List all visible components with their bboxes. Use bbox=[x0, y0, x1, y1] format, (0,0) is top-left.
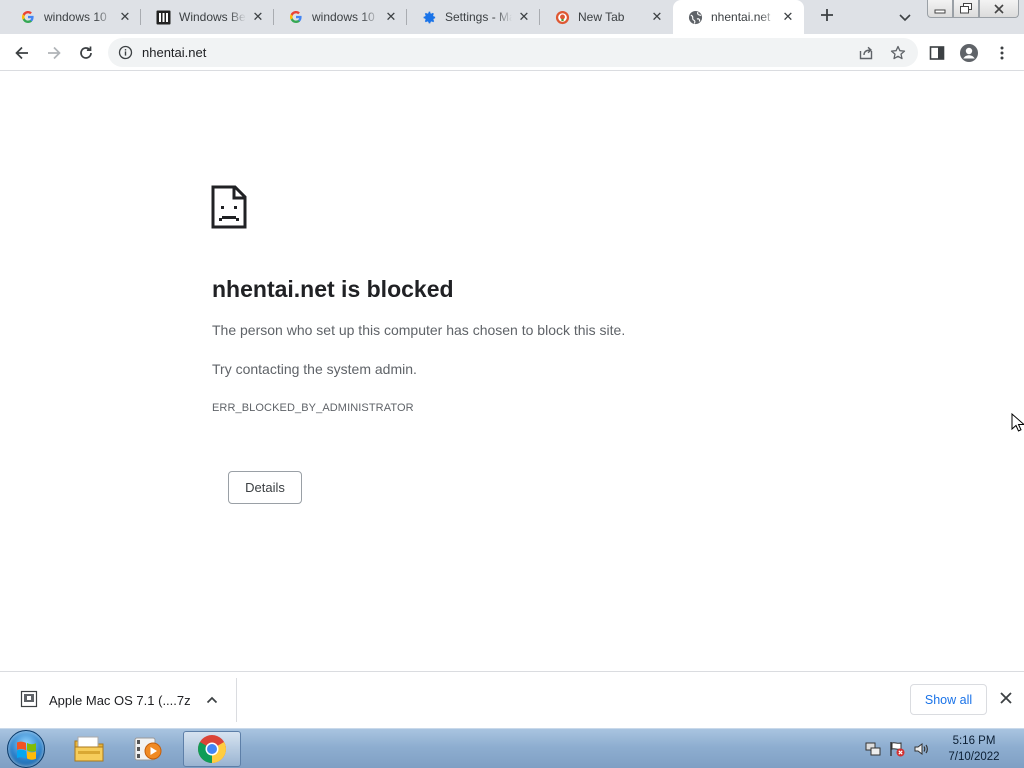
reload-button[interactable] bbox=[74, 41, 98, 65]
minimize-button[interactable] bbox=[927, 0, 953, 18]
tab-new-tab[interactable]: New Tab ✕ bbox=[540, 0, 673, 34]
clock-time: 5:16 PM bbox=[952, 735, 996, 747]
minimize-icon bbox=[934, 9, 946, 13]
media-player-icon bbox=[134, 737, 162, 761]
tab-title: nhentai.net bbox=[711, 10, 771, 24]
tab-close-icon[interactable]: ✕ bbox=[383, 9, 399, 25]
browser-toolbar: nhentai.net bbox=[0, 34, 1024, 71]
windows-explorer-icon bbox=[74, 736, 104, 762]
mouse-cursor-icon bbox=[1011, 413, 1024, 432]
tab-title: windows 10 bbox=[312, 10, 375, 24]
side-panel-icon bbox=[929, 46, 945, 60]
error-page: nhentai.net is blocked The person who se… bbox=[0, 71, 1024, 671]
profile-button[interactable] bbox=[957, 41, 981, 65]
settings-gear-icon bbox=[421, 9, 437, 25]
action-center-flag-icon[interactable] bbox=[888, 740, 906, 758]
windows-bbs-icon bbox=[155, 9, 171, 25]
tab-title: New Tab bbox=[578, 10, 625, 24]
chrome-icon bbox=[198, 735, 226, 763]
arrow-right-icon bbox=[48, 46, 61, 60]
tab-google-search-2[interactable]: windows 10 ✕ bbox=[274, 0, 407, 34]
close-icon bbox=[994, 3, 1004, 14]
tab-settings[interactable]: Settings - Ma ✕ bbox=[407, 0, 540, 34]
omnibox[interactable]: nhentai.net bbox=[108, 38, 918, 67]
window-controls bbox=[927, 0, 1019, 19]
forward-button[interactable] bbox=[42, 41, 66, 65]
menu-button[interactable] bbox=[990, 41, 1014, 65]
tab-search-button[interactable] bbox=[896, 8, 914, 26]
plus-icon bbox=[821, 9, 833, 21]
close-shelf-button[interactable] bbox=[998, 691, 1014, 707]
download-file-name[interactable]: Apple Mac OS 7.1 (....7z bbox=[49, 693, 191, 708]
site-info-icon[interactable] bbox=[118, 45, 133, 60]
close-icon bbox=[1000, 692, 1012, 704]
details-button[interactable]: Details bbox=[228, 471, 302, 504]
window-close-button[interactable] bbox=[979, 0, 1019, 18]
start-button[interactable] bbox=[7, 730, 45, 768]
side-panel-button[interactable] bbox=[925, 41, 949, 65]
duckduckgo-icon bbox=[554, 9, 570, 25]
tab-close-icon[interactable]: ✕ bbox=[117, 9, 133, 25]
share-icon[interactable] bbox=[858, 45, 874, 61]
avatar-icon bbox=[960, 44, 978, 62]
windows-logo-icon bbox=[17, 741, 36, 760]
restore-icon bbox=[960, 3, 972, 14]
error-message: The person who set up this computer has … bbox=[212, 322, 626, 338]
back-button[interactable] bbox=[10, 41, 34, 65]
tab-windows-forum[interactable]: Windows Be ✕ bbox=[141, 0, 274, 34]
show-all-button[interactable]: Show all bbox=[910, 684, 987, 715]
url-text[interactable]: nhentai.net bbox=[142, 45, 206, 60]
restore-button[interactable] bbox=[953, 0, 979, 18]
google-icon bbox=[288, 9, 304, 25]
taskbar-explorer[interactable] bbox=[60, 731, 118, 767]
tab-title: Settings - Ma bbox=[445, 10, 512, 24]
taskbar-clock[interactable]: 5:16 PM 7/10/2022 bbox=[938, 733, 1010, 765]
tab-nhentai-active[interactable]: nhentai.net ✕ bbox=[673, 0, 804, 34]
new-tab-button[interactable] bbox=[814, 5, 840, 29]
clock-date: 7/10/2022 bbox=[948, 751, 1000, 763]
tab-strip: windows 10 ✕ Windows Be ✕ windows 10 ✕ S… bbox=[0, 0, 1024, 34]
error-code: ERR_BLOCKED_BY_ADMINISTRATOR bbox=[212, 402, 414, 414]
tab-google-search-1[interactable]: windows 10 ✕ bbox=[6, 0, 141, 34]
chevron-up-icon bbox=[206, 696, 218, 704]
taskbar-chrome[interactable] bbox=[183, 731, 241, 767]
error-title: nhentai.net is blocked bbox=[212, 276, 454, 302]
tab-title: Windows Be bbox=[179, 10, 246, 24]
archive-file-icon bbox=[20, 690, 38, 708]
reload-icon bbox=[80, 46, 92, 59]
download-shelf: Apple Mac OS 7.1 (....7z Show all bbox=[0, 671, 1024, 728]
taskbar-media-player[interactable] bbox=[119, 731, 177, 767]
system-tray bbox=[864, 740, 930, 758]
error-hint: Try contacting the system admin. bbox=[212, 361, 417, 377]
globe-icon bbox=[687, 9, 703, 25]
tab-close-icon[interactable]: ✕ bbox=[649, 9, 665, 25]
download-options-button[interactable] bbox=[204, 692, 220, 708]
tab-title: windows 10 bbox=[44, 10, 107, 24]
tab-close-icon[interactable]: ✕ bbox=[780, 9, 796, 25]
kebab-menu-icon bbox=[1000, 46, 1004, 60]
arrow-left-icon bbox=[15, 46, 28, 60]
tab-close-icon[interactable]: ✕ bbox=[516, 9, 532, 25]
network-icon[interactable] bbox=[864, 740, 882, 758]
volume-icon[interactable] bbox=[912, 740, 930, 758]
sad-document-icon bbox=[211, 185, 247, 229]
shelf-divider bbox=[236, 678, 237, 722]
chevron-down-icon bbox=[899, 14, 911, 22]
windows-taskbar: 5:16 PM 7/10/2022 bbox=[0, 728, 1024, 768]
google-icon bbox=[20, 9, 36, 25]
tab-close-icon[interactable]: ✕ bbox=[250, 9, 266, 25]
bookmark-star-icon[interactable] bbox=[890, 45, 906, 61]
